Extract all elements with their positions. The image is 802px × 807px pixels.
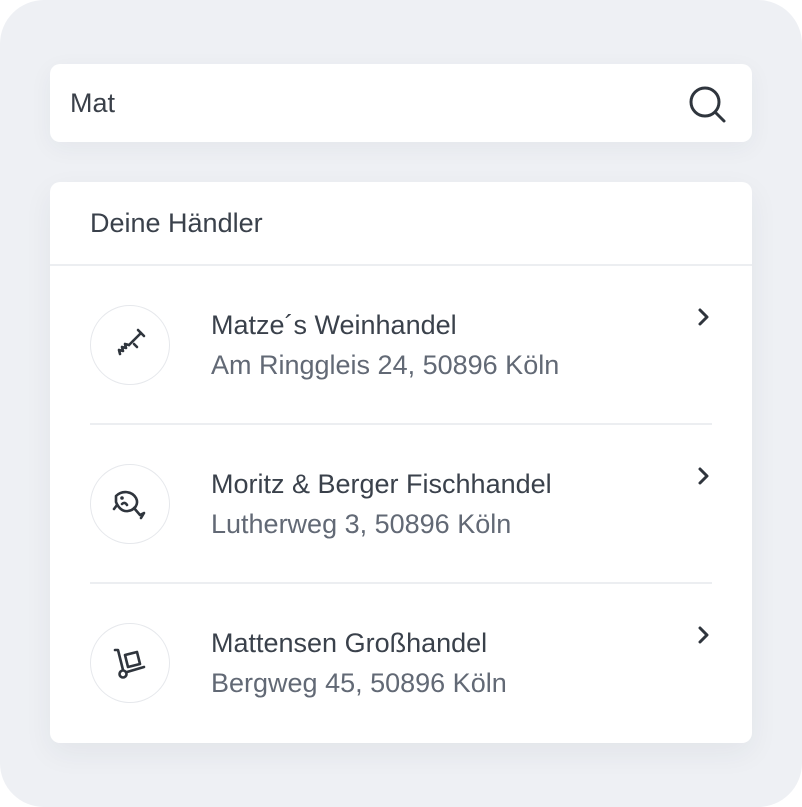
chevron-right-icon: [698, 626, 709, 644]
fish-icon: [112, 490, 146, 520]
hand-truck-icon: [113, 648, 146, 679]
section-title: Deine Händler: [90, 208, 263, 238]
search-box[interactable]: [50, 64, 752, 142]
merchant-row-fischhandel[interactable]: Moritz & Berger Fischhandel Lutherweg 3,…: [90, 425, 712, 584]
search-icon[interactable]: [687, 84, 727, 124]
merchant-name: Moritz & Berger Fischhandel: [211, 469, 552, 499]
merchant-avatar: [90, 464, 170, 544]
merchant-address: Am Ringgleis 24, 50896 Köln: [211, 350, 560, 380]
merchant-address: Bergweg 45, 50896 Köln: [211, 668, 507, 698]
merchant-avatar: [90, 623, 170, 703]
merchant-address: Lutherweg 3, 50896 Köln: [211, 509, 512, 539]
chevron-right-icon: [698, 308, 709, 326]
merchant-row-grosshandel[interactable]: Mattensen Großhandel Bergweg 45, 50896 K…: [90, 584, 712, 743]
chevron-right-icon: [698, 467, 709, 485]
merchant-avatar: [90, 305, 170, 385]
merchant-list-card: Deine Händler Matze´s Weinhandel Am Ring…: [50, 182, 752, 743]
merchant-row-weinhandel[interactable]: Matze´s Weinhandel Am Ringgleis 24, 5089…: [90, 266, 712, 425]
merchant-name: Mattensen Großhandel: [211, 628, 488, 658]
app-frame: Deine Händler Matze´s Weinhandel Am Ring…: [0, 0, 802, 807]
merchant-name: Matze´s Weinhandel: [211, 310, 457, 340]
card-header: Deine Händler: [50, 182, 752, 266]
search-input[interactable]: [70, 64, 670, 142]
corkscrew-icon: [117, 328, 146, 356]
